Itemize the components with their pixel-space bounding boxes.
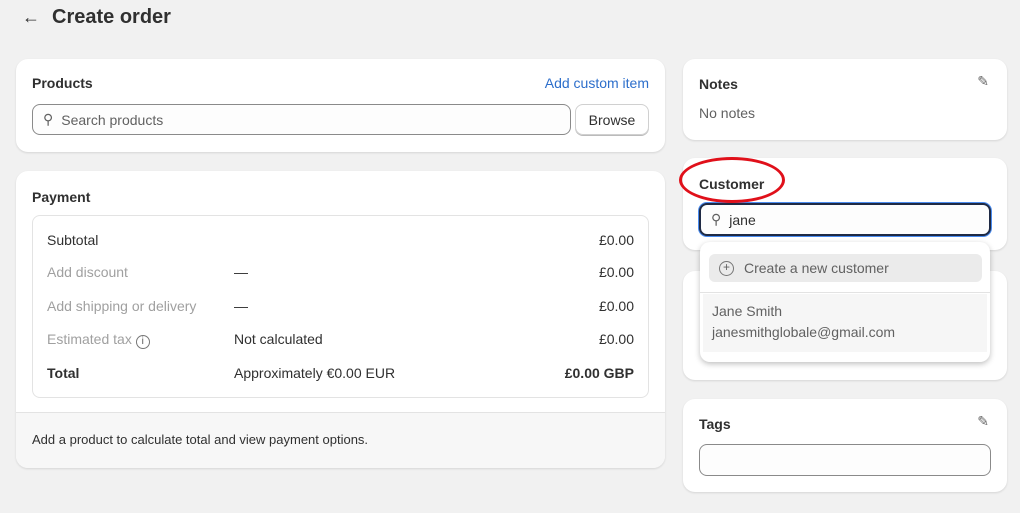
products-title: Products xyxy=(32,75,93,91)
payment-card: Payment Subtotal £0.00 Add discount — £0.00… xyxy=(16,171,665,468)
page-title: Create order xyxy=(52,6,171,28)
notes-title: Notes xyxy=(699,76,738,92)
products-card: Products Add custom item ⚲ Search produc… xyxy=(16,59,665,152)
payment-row-tax: Estimated tax i Not calculated £0.00 xyxy=(47,331,634,349)
pencil-icon[interactable]: ✎ xyxy=(977,413,989,430)
payment-row-total: Total Approximately €0.00 EUR £0.00 GBP xyxy=(47,365,634,381)
notes-card: Notes ✎ No notes xyxy=(683,59,1007,140)
notes-value: No notes xyxy=(699,105,756,121)
add-discount-link[interactable]: Add discount xyxy=(47,264,234,280)
add-custom-item-link[interactable]: Add custom item xyxy=(545,75,649,91)
customer-dropdown: + Create a new customer Jane Smith janes… xyxy=(700,242,990,362)
payment-title: Payment xyxy=(32,189,91,205)
add-shipping-link[interactable]: Add shipping or delivery xyxy=(47,298,234,314)
payment-footer: Add a product to calculate total and vie… xyxy=(16,412,665,468)
page-header: ← Create order xyxy=(22,6,171,29)
tags-card: Tags ✎ xyxy=(683,399,1007,492)
search-products-input[interactable]: ⚲ Search products xyxy=(32,104,571,135)
payment-row-discount: Add discount — £0.00 xyxy=(47,264,634,280)
payment-row-shipping: Add shipping or delivery — £0.00 xyxy=(47,298,634,314)
search-icon: ⚲ xyxy=(711,211,722,227)
tags-input[interactable] xyxy=(699,444,991,476)
info-icon[interactable]: i xyxy=(135,335,150,349)
customer-search-input[interactable]: ⚲ jane xyxy=(699,203,991,236)
plus-circle-icon: + xyxy=(719,260,734,276)
payment-row-subtotal: Subtotal £0.00 xyxy=(47,232,634,248)
annotation-highlight-ellipse xyxy=(679,157,785,203)
customer-result-item[interactable]: Jane Smith janesmithglobale@gmail.com xyxy=(703,294,987,352)
pencil-icon[interactable]: ✎ xyxy=(977,73,989,90)
search-icon: ⚲ xyxy=(43,111,54,127)
browse-button[interactable]: Browse xyxy=(575,104,649,135)
create-customer-option[interactable]: + Create a new customer xyxy=(709,254,982,282)
arrow-left-icon[interactable]: ← xyxy=(22,7,40,28)
payment-summary: Subtotal £0.00 Add discount — £0.00 Add shi… xyxy=(32,215,649,398)
tags-title: Tags xyxy=(699,416,731,432)
